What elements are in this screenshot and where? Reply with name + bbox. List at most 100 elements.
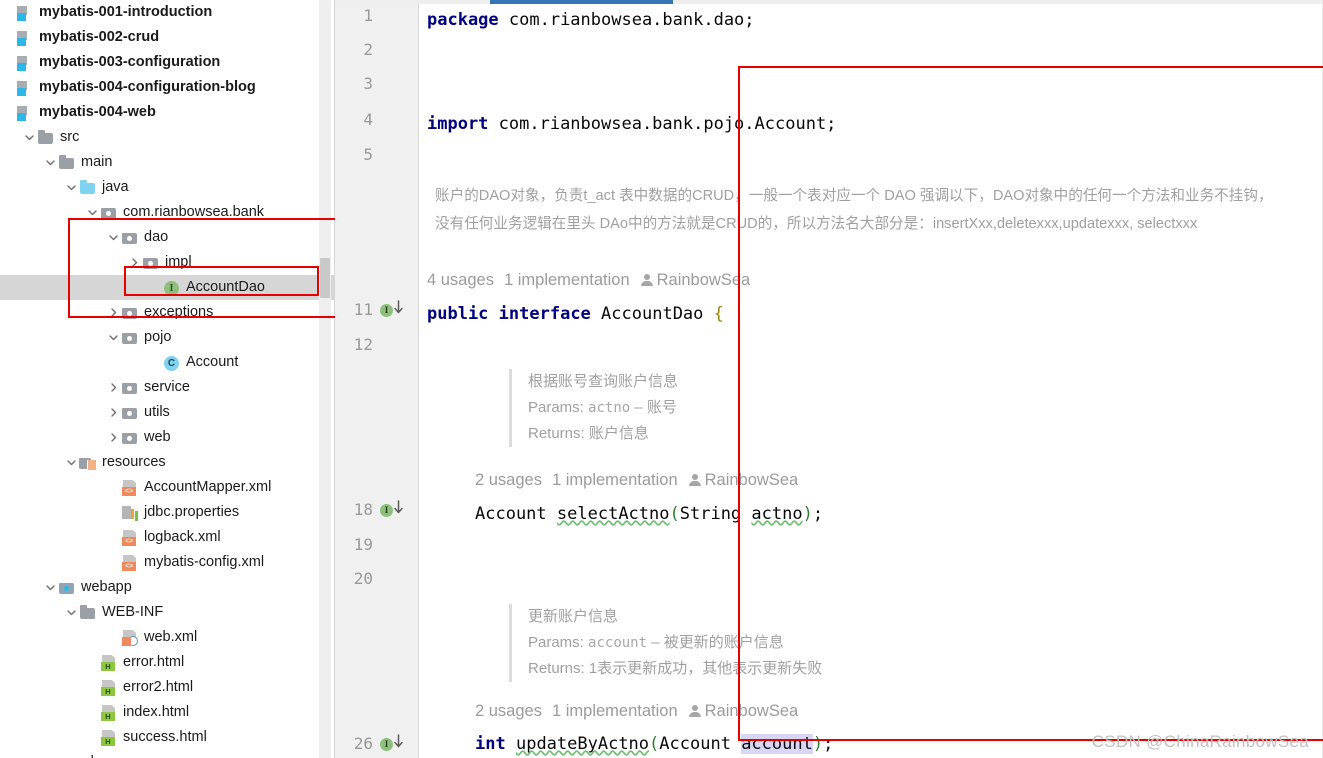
line-number-1: 1	[363, 6, 373, 25]
tree-item-label: pojo	[144, 329, 172, 345]
chevron-right-icon[interactable]	[105, 375, 121, 400]
usages-count[interactable]: 2 usages	[475, 471, 542, 489]
chevron-down-icon[interactable]	[42, 575, 58, 600]
tree-item-error-html[interactable]: error.html	[0, 650, 335, 675]
tree-item-java[interactable]: java	[0, 175, 335, 200]
author-name[interactable]: RainbowSea	[705, 471, 799, 489]
chevron-down-icon[interactable]	[63, 175, 79, 200]
chevron-down-icon[interactable]	[105, 225, 121, 250]
tree-item-src[interactable]: src	[0, 125, 335, 150]
chevron-right-icon[interactable]	[105, 400, 121, 425]
chevron-right-icon[interactable]	[105, 425, 121, 450]
line-number-26: 26	[353, 734, 373, 753]
implemented-method-icon[interactable]: I	[380, 734, 410, 754]
xml-file-icon	[121, 529, 139, 547]
project-tree-panel[interactable]: mybatis-001-introduction mybatis-002-crud…	[0, 0, 335, 758]
usages-count[interactable]: 2 usages	[475, 702, 542, 720]
tree-item-pojo[interactable]: pojo	[0, 325, 335, 350]
tree-item-impl[interactable]: impl	[0, 250, 335, 275]
editor-area[interactable]: 1 2 3 4 5 11 12 18 19 20 26 I I I package com.rianbow…	[335, 0, 1323, 758]
sidebar-scrollbar-track[interactable]	[319, 0, 331, 758]
close-paren: )	[802, 504, 813, 524]
module-icon	[16, 79, 34, 97]
inlay-hint-method-1[interactable]: 2 usages 1 implementation RainbowSea	[475, 470, 798, 490]
tree-item-index-html[interactable]: index.html	[0, 700, 335, 725]
chevron-down-icon[interactable]	[105, 325, 121, 350]
tree-item-logback-xml[interactable]: logback.xml	[0, 525, 335, 550]
implementations-count[interactable]: 1 implementation	[504, 271, 630, 289]
tree-item-mybatis-001-introduction[interactable]: mybatis-001-introduction	[0, 0, 335, 25]
chevron-down-icon[interactable]	[63, 450, 79, 475]
tree-item-dao[interactable]: dao	[0, 225, 335, 250]
tree-item-jdbc-properties[interactable]: jdbc.properties	[0, 500, 335, 525]
method-name: updateByActno	[515, 734, 650, 754]
implementations-count[interactable]: 1 implementation	[552, 702, 678, 720]
tree-item-account[interactable]: Account	[0, 350, 335, 375]
module-icon	[16, 104, 34, 122]
tree-item-webapp[interactable]: webapp	[0, 575, 335, 600]
tree-item-label: com.rianbowsea.bank	[123, 204, 265, 220]
person-icon	[640, 273, 654, 287]
chevron-down-icon[interactable]	[21, 125, 37, 150]
tree-item-resources[interactable]: resources	[0, 450, 335, 475]
package-icon	[121, 404, 139, 422]
editor-gutter[interactable]: 1 2 3 4 5 11 12 18 19 20 26 I I I	[335, 4, 419, 758]
tree-item-success-html[interactable]: success.html	[0, 725, 335, 750]
package-icon	[142, 254, 160, 272]
import-path: com.rianbowsea.bank.pojo.Account;	[488, 114, 837, 134]
tree-item-pom-xml[interactable]: pom.xml	[0, 750, 335, 758]
tree-item-web[interactable]: web	[0, 425, 335, 450]
tree-item-error2-html[interactable]: error2.html	[0, 675, 335, 700]
tree-item-accountdao[interactable]: AccountDao	[0, 275, 335, 300]
tree-item-label: AccountMapper.xml	[144, 479, 272, 495]
no-chevron-spacer	[84, 700, 100, 725]
code-line-11: public interface AccountDao {	[427, 304, 724, 324]
interface-icon	[163, 279, 181, 297]
param-name: actno	[588, 400, 631, 416]
implemented-method-icon[interactable]: I	[380, 500, 410, 520]
tree-item-accountmapper-xml[interactable]: AccountMapper.xml	[0, 475, 335, 500]
chevron-down-icon[interactable]	[42, 150, 58, 175]
tree-item-label: resources	[102, 454, 166, 470]
tree-item-mybatis-config-xml[interactable]: mybatis-config.xml	[0, 550, 335, 575]
chevron-down-icon[interactable]	[63, 600, 79, 625]
implementations-count[interactable]: 1 implementation	[552, 471, 678, 489]
tree-item-mybatis-003-configuration[interactable]: mybatis-003-configuration	[0, 50, 335, 75]
no-chevron-spacer	[105, 625, 121, 650]
inlay-hint-method-2[interactable]: 2 usages 1 implementation RainbowSea	[475, 701, 798, 721]
tree-item-utils[interactable]: utils	[0, 400, 335, 425]
sidebar-scrollbar-thumb[interactable]	[320, 258, 330, 298]
project-tree[interactable]: mybatis-001-introduction mybatis-002-crud…	[0, 0, 335, 758]
tree-item-label: jdbc.properties	[144, 504, 240, 520]
tree-item-mybatis-002-crud[interactable]: mybatis-002-crud	[0, 25, 335, 50]
person-icon	[688, 473, 702, 487]
code-content[interactable]: package com.rianbowsea.bank.dao; import …	[419, 4, 1323, 758]
tree-item-service[interactable]: service	[0, 375, 335, 400]
watermark-label: CSDN @ChinaRainbowSea	[1091, 732, 1309, 751]
author-name[interactable]: RainbowSea	[657, 271, 751, 289]
tree-item-mybatis-004-web[interactable]: mybatis-004-web	[0, 100, 335, 125]
chevron-down-icon[interactable]	[84, 200, 100, 225]
module-icon	[16, 29, 34, 47]
usages-count[interactable]: 4 usages	[427, 271, 494, 289]
module-icon	[16, 4, 34, 22]
keyword-int: int	[475, 734, 506, 754]
author-name[interactable]: RainbowSea	[705, 702, 799, 720]
param-type: String	[679, 504, 742, 524]
inlay-hint-interface[interactable]: 4 usages 1 implementation RainbowSea	[427, 270, 750, 290]
implemented-interface-icon[interactable]: I	[380, 300, 410, 320]
chevron-right-icon[interactable]	[105, 300, 121, 325]
tree-item-exceptions[interactable]: exceptions	[0, 300, 335, 325]
tree-item-mybatis-004-configuration-blog[interactable]: mybatis-004-configuration-blog	[0, 75, 335, 100]
tree-item-web-inf[interactable]: WEB-INF	[0, 600, 335, 625]
tree-item-main[interactable]: main	[0, 150, 335, 175]
tree-item-web-xml[interactable]: web.xml	[0, 625, 335, 650]
semicolon: ;	[812, 504, 824, 524]
tree-item-com-rianbowsea-bank[interactable]: com.rianbowsea.bank	[0, 200, 335, 225]
chevron-right-icon[interactable]	[126, 250, 142, 275]
